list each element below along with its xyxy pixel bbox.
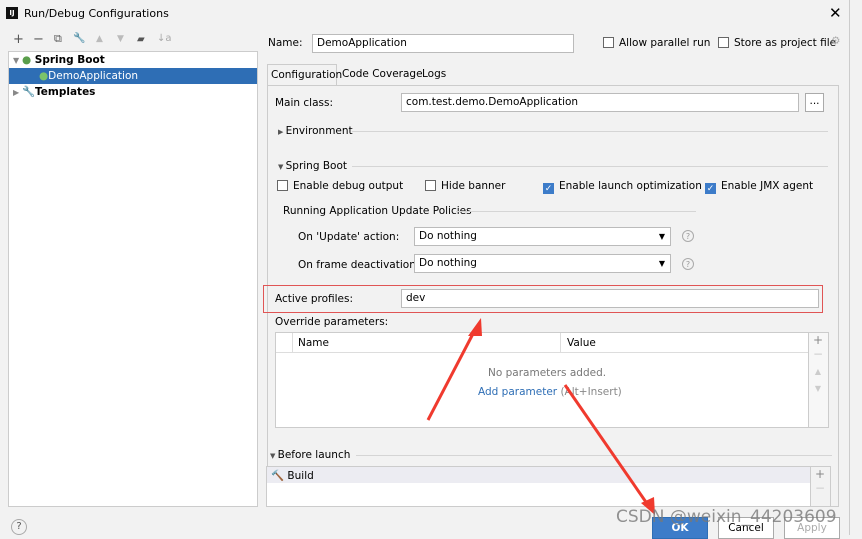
watermark: CSDN @weixin_44203609 [616,507,837,527]
annotation-arrows [426,318,655,515]
dialog: IJ Run/Debug Configurations ✕ + − ⧉ 🔧 ▲ … [0,0,850,539]
